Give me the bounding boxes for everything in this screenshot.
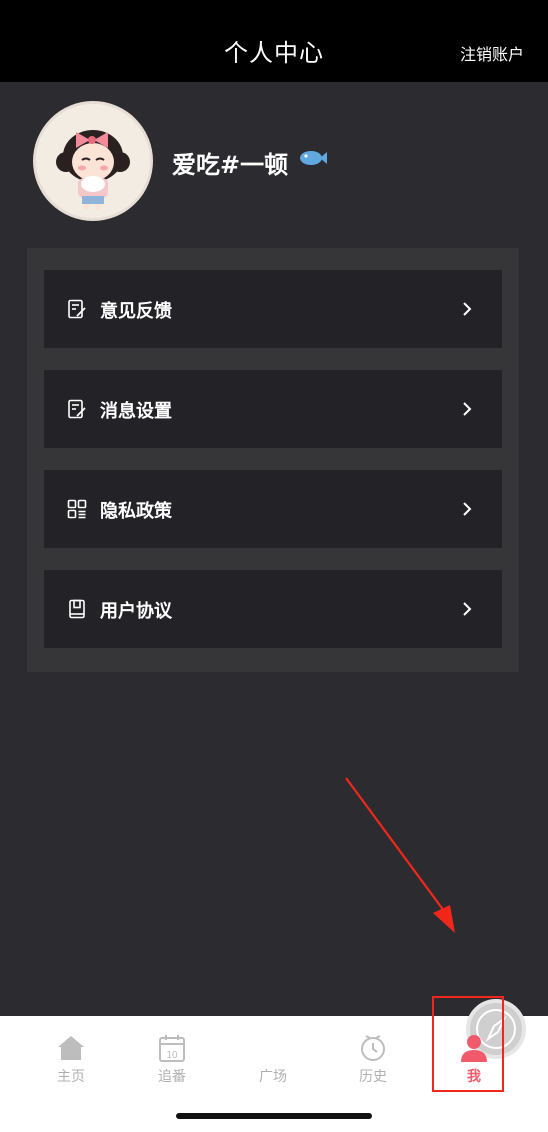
tab-home[interactable]: 主页 — [21, 1016, 121, 1096]
tab-label: 历史 — [359, 1069, 387, 1085]
menu-item-user-agreement[interactable]: 用户协议 — [44, 570, 502, 648]
menu-item-feedback[interactable]: 意见反馈 — [44, 270, 502, 348]
delete-account-button[interactable]: 注销账户 — [460, 41, 524, 65]
top-nav-bar: 个人中心 注销账户 — [0, 0, 548, 82]
menu-item-privacy-policy[interactable]: 隐私政策 — [44, 470, 502, 548]
tab-history[interactable]: 历史 — [323, 1016, 423, 1096]
person-icon — [461, 1035, 487, 1062]
tab-label: 广场 — [259, 1069, 287, 1085]
avatar[interactable] — [33, 101, 153, 221]
edit-document-icon — [68, 299, 86, 319]
chevron-right-icon — [463, 502, 472, 516]
calendar-icon: 10 — [159, 1035, 185, 1062]
username: 爱吃#一顿 — [172, 151, 289, 179]
settings-menu: 意见反馈 消息设置 隐私政策 用户协议 — [27, 248, 519, 672]
menu-item-label: 意见反馈 — [100, 301, 172, 322]
clock-icon — [361, 1035, 385, 1061]
tab-label: 追番 — [158, 1069, 186, 1085]
menu-item-label: 用户协议 — [100, 601, 172, 622]
chevron-right-icon — [463, 402, 472, 416]
home-indicator — [176, 1113, 372, 1119]
chevron-right-icon — [463, 302, 472, 316]
book-icon — [69, 599, 85, 619]
edit-document-icon — [68, 399, 86, 419]
grid-list-icon — [67, 499, 87, 519]
cartoon-girl-avatar-icon — [36, 104, 150, 218]
menu-item-message-settings[interactable]: 消息设置 — [44, 370, 502, 448]
tab-following[interactable]: 10 追番 — [122, 1016, 222, 1096]
chevron-right-icon — [463, 602, 472, 616]
tab-label: 我 — [467, 1069, 481, 1085]
tab-me[interactable]: 我 — [424, 1016, 524, 1096]
fish-icon — [300, 151, 327, 165]
tab-label: 主页 — [57, 1069, 85, 1085]
calendar-badge: 10 — [166, 1050, 178, 1061]
menu-item-label: 隐私政策 — [100, 501, 172, 522]
menu-item-label: 消息设置 — [100, 401, 172, 422]
tab-square[interactable]: 广场 — [223, 999, 526, 1096]
home-icon — [58, 1036, 84, 1060]
